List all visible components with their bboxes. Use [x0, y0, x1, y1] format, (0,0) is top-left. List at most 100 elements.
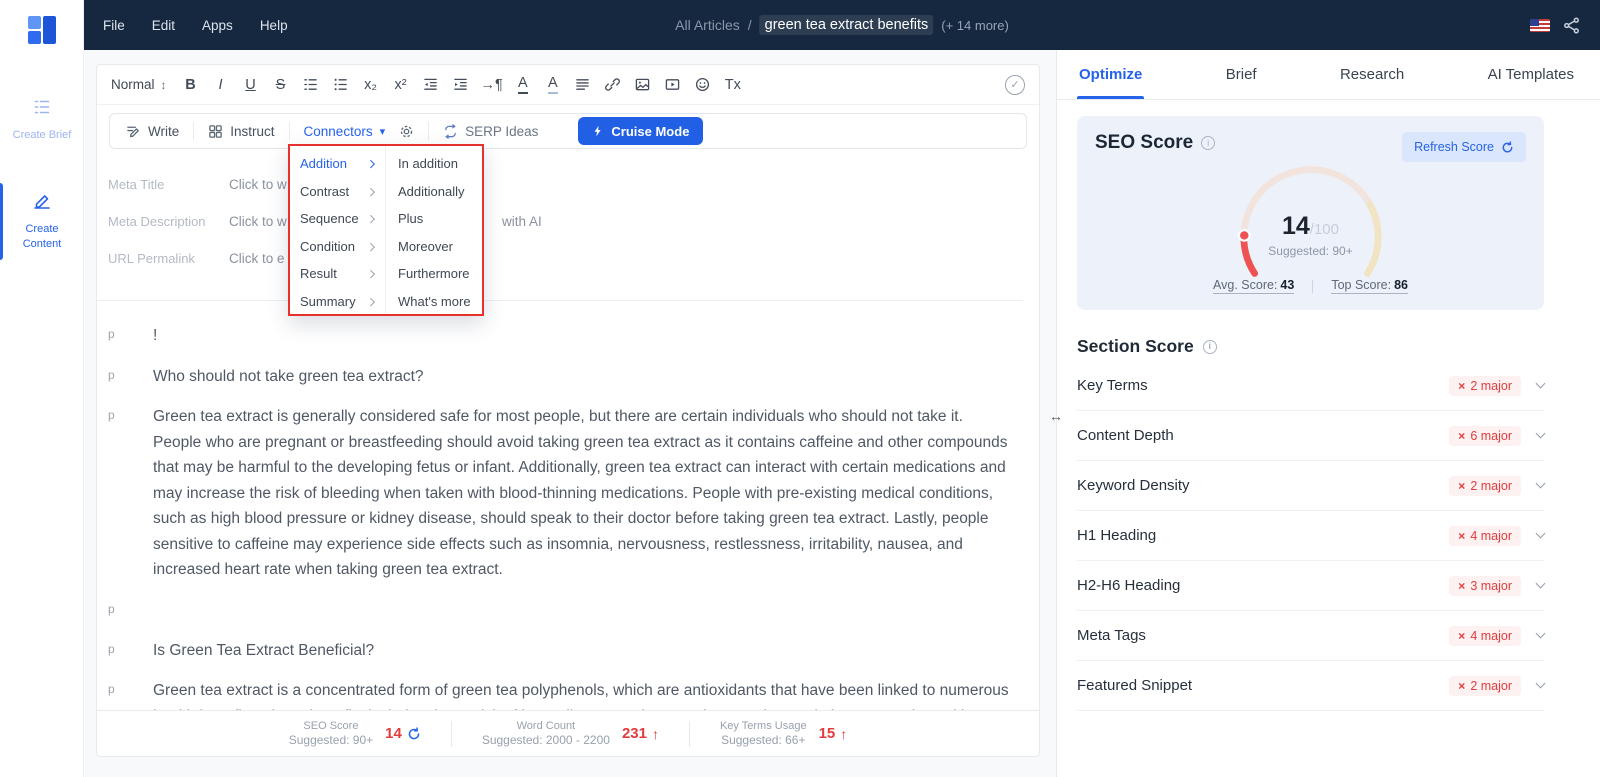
issue-badge: × 3 major	[1449, 575, 1521, 596]
topbar-menu: File Edit Apps Help	[84, 18, 288, 33]
panel-resize-handle[interactable]: ↔	[1046, 406, 1066, 426]
connector-category-contrast[interactable]: Contrast	[290, 178, 385, 206]
paragraph-text[interactable]: Green tea extract is generally considere…	[153, 404, 1009, 583]
section-row-meta-tags[interactable]: Meta Tags × 4 major	[1077, 611, 1546, 661]
superscript-button[interactable]: x²	[391, 73, 411, 97]
chevron-down-icon[interactable]	[1535, 678, 1546, 689]
breadcrumb-more-count[interactable]: (+ 14 more)	[941, 18, 1009, 33]
seo-score-gauge: 14/100 Suggested: 90+	[1211, 162, 1411, 284]
connector-category-sequence[interactable]: Sequence	[290, 205, 385, 233]
paragraph-style-dropdown[interactable]: Normal ↕	[111, 77, 167, 92]
connector-category-summary[interactable]: Summary	[290, 288, 385, 316]
share-icon[interactable]	[1563, 17, 1580, 34]
breadcrumb-article-title[interactable]: green tea extract benefits	[759, 15, 934, 35]
serp-ideas-button[interactable]: SERP Ideas	[443, 124, 538, 139]
panel-tabs: Optimize Brief Research AI Templates	[1057, 50, 1600, 100]
caret-down-icon: ▾	[379, 125, 386, 138]
tab-research[interactable]: Research	[1338, 50, 1406, 99]
paragraph-text[interactable]: Green tea extract is a concentrated form…	[153, 678, 1009, 710]
seo-score-value: 14	[1281, 212, 1310, 240]
connector-option[interactable]: Moreover	[386, 233, 482, 261]
indent-button[interactable]	[451, 73, 471, 97]
url-permalink-input[interactable]: Click to e	[229, 251, 285, 266]
meta-title-input[interactable]: Click to w	[229, 177, 287, 192]
info-icon[interactable]: i	[1201, 136, 1216, 150]
highlight-button[interactable]: A	[543, 73, 563, 97]
chevron-down-icon[interactable]	[1535, 428, 1546, 439]
tab-brief[interactable]: Brief	[1224, 50, 1259, 99]
sidebar-item-create-brief[interactable]: Create Brief	[0, 93, 84, 147]
chevron-down-icon[interactable]	[1535, 628, 1546, 639]
lightning-icon	[595, 125, 602, 137]
section-row-featured-snippet[interactable]: Featured Snippet × 2 major	[1077, 661, 1546, 711]
paragraph-text[interactable]: Who should not take green tea extract?	[153, 364, 1009, 390]
video-embed-button[interactable]	[663, 73, 683, 97]
paragraph-text[interactable]: !	[153, 323, 1009, 349]
section-row-h2-h6-heading[interactable]: H2-H6 Heading × 3 major	[1077, 561, 1546, 611]
status-suggested: Suggested: 2000 - 2200	[481, 733, 610, 747]
bullet-list-button[interactable]	[331, 73, 351, 97]
app-logo[interactable]	[25, 13, 59, 47]
issue-badge: × 4 major	[1449, 525, 1521, 546]
connector-category-result[interactable]: Result	[290, 260, 385, 288]
strikethrough-button[interactable]: S	[271, 73, 291, 97]
sidebar-item-create-content[interactable]: Create Content	[0, 182, 84, 260]
section-row-h1-heading[interactable]: H1 Heading × 4 major	[1077, 511, 1546, 561]
paragraph-marker: p	[108, 601, 115, 616]
refresh-icon[interactable]	[407, 726, 421, 741]
paragraph-text[interactable]	[153, 598, 1009, 623]
menu-help[interactable]: Help	[260, 18, 288, 33]
text-color-button[interactable]: A	[513, 73, 533, 97]
text-direction-button[interactable]: →¶	[481, 73, 503, 97]
paragraph-text[interactable]: Is Green Tea Extract Beneficial?	[153, 638, 1009, 664]
close-icon: ×	[1458, 528, 1466, 543]
paragraph-block: p Green tea extract is generally conside…	[97, 404, 1039, 583]
close-icon: ×	[1458, 428, 1466, 443]
cruise-mode-button[interactable]: Cruise Mode	[578, 117, 704, 145]
link-button[interactable]	[603, 73, 623, 97]
divider	[288, 122, 290, 140]
outdent-button[interactable]	[421, 73, 441, 97]
connector-option[interactable]: What's more	[386, 288, 482, 316]
connector-category-addition[interactable]: Addition	[290, 150, 385, 178]
section-row-keyword-density[interactable]: Keyword Density × 2 major	[1077, 461, 1546, 511]
underline-button[interactable]: U	[241, 73, 261, 97]
language-flag-icon[interactable]	[1530, 18, 1550, 32]
connector-option[interactable]: Plus	[386, 205, 482, 233]
menu-file[interactable]: File	[103, 18, 125, 33]
connectors-dropdown-button[interactable]: Connectors ▾	[304, 124, 386, 139]
meta-description-ai-suffix[interactable]: with AI	[502, 214, 542, 229]
info-icon[interactable]: i	[1202, 339, 1217, 354]
refresh-score-button[interactable]: Refresh Score	[1402, 132, 1526, 162]
create-content-icon	[32, 191, 52, 216]
italic-button[interactable]: I	[211, 73, 231, 97]
chevron-down-icon[interactable]	[1535, 478, 1546, 489]
paragraph-marker: p	[108, 682, 115, 696]
menu-edit[interactable]: Edit	[152, 18, 175, 33]
meta-description-input[interactable]: Click to w	[229, 214, 287, 229]
paragraph-marker: p	[108, 367, 115, 382]
write-button[interactable]: Write	[126, 124, 179, 139]
tab-ai-templates[interactable]: AI Templates	[1486, 50, 1576, 99]
chevron-down-icon[interactable]	[1535, 378, 1546, 389]
image-button[interactable]	[633, 73, 653, 97]
settings-gear-icon[interactable]	[399, 124, 414, 139]
breadcrumb-all-articles[interactable]: All Articles	[675, 17, 740, 33]
section-row-key-terms[interactable]: Key Terms × 2 major	[1077, 361, 1546, 411]
connector-option[interactable]: Additionally	[386, 178, 482, 206]
menu-apps[interactable]: Apps	[202, 18, 233, 33]
instruct-button[interactable]: Instruct	[208, 124, 275, 139]
bold-button[interactable]: B	[181, 73, 201, 97]
tab-optimize[interactable]: Optimize	[1077, 50, 1145, 99]
connector-category-condition[interactable]: Condition	[290, 233, 385, 261]
chevron-down-icon[interactable]	[1535, 578, 1546, 589]
section-row-content-depth[interactable]: Content Depth × 6 major	[1077, 411, 1546, 461]
ordered-list-button[interactable]	[301, 73, 321, 97]
connector-option[interactable]: In addition	[386, 150, 482, 178]
align-button[interactable]	[573, 73, 593, 97]
emoji-button[interactable]	[693, 73, 713, 97]
chevron-down-icon[interactable]	[1535, 528, 1546, 539]
clear-format-button[interactable]: Tx	[723, 73, 743, 97]
connector-option[interactable]: Furthermore	[386, 260, 482, 288]
subscript-button[interactable]: x₂	[361, 73, 381, 97]
